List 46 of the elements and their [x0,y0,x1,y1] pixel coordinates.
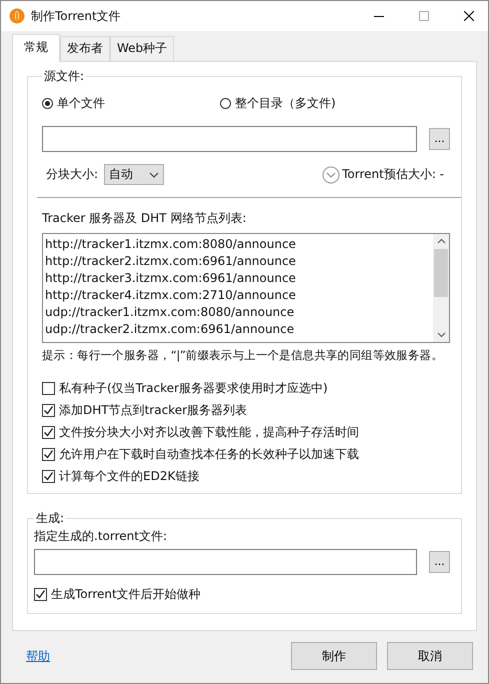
close-icon[interactable] [464,11,474,21]
tracker-url: udp://tracker2.itzmx.com:6961/announce [45,321,296,338]
tab[interactable]: 发布者 [60,36,110,61]
checkbox-option[interactable]: 生成Torrent文件后开始做种 [34,585,450,603]
checkmark-icon [35,588,46,600]
browse-button[interactable]: ... [429,128,450,150]
tracker-list-field[interactable] [42,233,450,343]
scroll-up-icon[interactable] [436,238,446,244]
window-title: 制作Torrent文件 [31,8,121,24]
radio-option[interactable]: 单个文件 [42,95,220,112]
checkmark-icon [43,448,54,460]
tab[interactable]: Web种子 [110,36,174,61]
piece-size-label: 分块大小: [46,166,98,183]
estimate-label: Torrent预估大小: - [342,166,444,183]
checkbox-option[interactable]: 文件按分块大小对齐以改善下载性能，提高种子存活时间 [42,423,450,441]
tab[interactable]: 常规 [12,34,60,62]
scrollbar[interactable] [433,234,449,342]
dialog-button[interactable]: 取消 [387,642,473,670]
scroll-down-icon[interactable] [436,332,446,338]
group-title: 源文件: [43,68,86,85]
app-logo-icon [9,8,25,24]
tracker-url: http://tracker3.itzmx.com:6961/announce [45,270,297,287]
dialog-button[interactable]: 制作 [291,642,377,670]
help-link[interactable]: 帮助 [26,648,50,664]
caret-icon [149,172,160,178]
checkmark-icon [43,426,54,438]
piece-size-dropdown[interactable]: 自动 [104,164,164,185]
checkmark-icon [43,470,54,482]
output-path-field[interactable] [34,549,417,575]
tracker-url: http://tracker2.itzmx.com:6961/announce [45,253,297,270]
browse-button[interactable]: ... [429,551,450,573]
radio-option[interactable]: 整个目录（多文件) [220,95,398,112]
output-file-label: 指定生成的.torrent文件: [34,528,168,545]
group-title: 生成: [35,510,66,527]
tracker-url: http://tracker4.itzmx.com:2710/announce [45,287,297,304]
tracker-url: udp://tracker1.itzmx.com:8080/announce [45,304,296,321]
hint-text: 提示：每行一个服务器，“|”前缀表示与上一个是信息共享的同组等效服务器。 [42,348,444,363]
checkmark-icon [43,404,54,416]
checkbox-option[interactable]: 添加DHT节点到tracker服务器列表 [42,401,450,419]
checkbox-option[interactable]: 计算每个文件的ED2K链接 [42,467,450,485]
checkbox-option[interactable]: 允许用户在下载时自动查找本任务的长效种子以加速下载 [42,445,450,463]
tracker-url: http://tracker1.itzmx.com:8080/announce [45,236,297,253]
source-path-field[interactable] [42,126,417,152]
expand-chevron-icon[interactable] [322,166,340,184]
tracker-list-label: Tracker 服务器及 DHT 网络节点列表: [42,210,248,227]
checkbox-option[interactable]: 私有种子(仅当Tracker服务器要求使用时才应选中) [42,379,450,397]
